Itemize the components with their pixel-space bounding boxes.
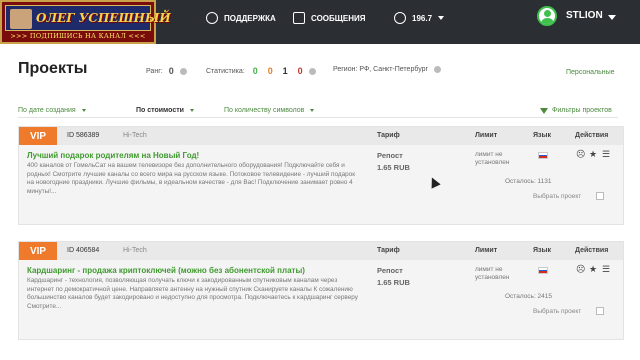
user-menu-chevron-icon[interactable] <box>608 15 616 20</box>
region-label: Регион: РФ, Санкт-Петербург <box>333 66 429 73</box>
chevron-down-icon <box>310 109 315 112</box>
info-icon[interactable] <box>308 67 316 75</box>
vip-badge: VIP <box>19 127 57 145</box>
remaining-count: Осталось: 2415 <box>505 293 553 300</box>
language-column-header: Язык <box>533 132 551 139</box>
channel-banner: ОЛЕГ УСПЕШНЫЙ >>> ПОДПИШИСЬ НА КАНАЛ <<< <box>0 0 171 44</box>
choose-project-checkbox[interactable] <box>596 192 604 200</box>
tariff-name: Репост <box>377 151 403 160</box>
rank-stat: Ранг: 0 <box>146 66 187 76</box>
project-description: Кардшаринг - технология, позволяющая пол… <box>27 277 358 310</box>
limit-value: лимит не установлен <box>475 151 510 166</box>
user-avatar[interactable] <box>537 6 557 26</box>
sort-by-chars-label: По количеству символов <box>224 107 305 114</box>
limit-column-header: Лимит <box>475 247 498 254</box>
page-title: Проекты <box>18 60 88 77</box>
info-icon[interactable] <box>179 67 187 75</box>
russia-flag-icon <box>538 152 548 159</box>
tariff-name: Репост <box>377 266 403 275</box>
actions-column-header: Действия <box>575 132 609 139</box>
messages-link[interactable]: СООБЩЕНИЯ <box>293 9 366 27</box>
tariff-price: 1.65 RUB <box>377 278 410 287</box>
stat-value-black: 1 <box>282 66 288 76</box>
russia-flag-icon <box>538 267 548 274</box>
region-stat: Регион: РФ, Санкт-Петербург <box>333 66 442 73</box>
funnel-icon <box>540 107 548 114</box>
smiley-icon[interactable]: ☹ <box>576 149 585 160</box>
user-name[interactable]: STLION <box>566 10 603 21</box>
rank-value: 0 <box>168 66 174 76</box>
limit-value: лимит не установлен <box>475 266 510 281</box>
project-category: Hi-Tech <box>123 132 147 139</box>
choose-project-label: Выбрать проект <box>533 308 582 315</box>
choose-project-label: Выбрать проект <box>533 193 582 200</box>
project-description: 400 каналов от ГомельСат на вашем телеви… <box>27 162 356 195</box>
stat-value-green: 0 <box>252 66 258 76</box>
project-card: VIP ID 406584 Hi-Tech Тариф Лимит Язык Д… <box>18 241 624 340</box>
chevron-down-icon <box>81 109 86 112</box>
star-icon[interactable]: ★ <box>589 264 597 275</box>
stat-value-orange: 0 <box>267 66 273 76</box>
balance-dropdown[interactable]: 196.7 <box>394 9 445 27</box>
tariff-column-header: Тариф <box>377 132 400 139</box>
info-icon[interactable] <box>434 66 442 73</box>
project-title[interactable]: Кардшаринг - продажа криптоключей (можно… <box>27 266 305 275</box>
vip-badge: VIP <box>19 242 57 260</box>
stat-value-red: 0 <box>297 66 303 76</box>
project-card: VIP ID 586389 Hi-Tech Тариф Лимит Язык Д… <box>18 126 624 225</box>
ruble-coin-icon <box>394 12 406 24</box>
project-title[interactable]: Лучший подарок родителям на Новый Год! <box>27 151 199 160</box>
top-header: ОЛЕГ УСПЕШНЫЙ >>> ПОДПИШИСЬ НА КАНАЛ <<<… <box>0 0 640 44</box>
sort-by-cost[interactable]: По стоимости <box>136 107 194 114</box>
gear-icon <box>206 12 218 24</box>
language-column-header: Язык <box>533 247 551 254</box>
smiley-icon[interactable]: ☹ <box>576 264 585 275</box>
sort-by-chars[interactable]: По количеству символов <box>224 107 315 114</box>
filter-divider <box>18 117 618 118</box>
project-category: Hi-Tech <box>123 247 147 254</box>
limit-column-header: Лимит <box>475 132 498 139</box>
actions-column-header: Действия <box>575 247 609 254</box>
choose-project-checkbox[interactable] <box>596 307 604 315</box>
sort-by-date-label: По дате создания <box>18 107 76 114</box>
messages-label: СООБЩЕНИЯ <box>311 13 366 23</box>
list-icon[interactable]: ☰ <box>602 264 610 275</box>
tariff-price: 1.65 RUB <box>377 163 410 172</box>
support-link[interactable]: ПОДДЕРЖКА <box>206 9 276 27</box>
chevron-down-icon <box>189 109 194 112</box>
personal-projects-link[interactable]: Персональные <box>566 69 615 76</box>
remaining-count: Осталось: 1131 <box>505 178 552 185</box>
message-plus-icon <box>293 12 305 24</box>
channel-banner-title-box: ОЛЕГ УСПЕШНЫЙ <box>5 5 171 31</box>
balance-value: 196.7 <box>412 13 433 23</box>
project-filters-label: Фильтры проектов <box>552 107 612 114</box>
project-id: ID 586389 <box>67 132 100 139</box>
sort-by-date[interactable]: По дате создания <box>18 107 86 114</box>
list-icon[interactable]: ☰ <box>602 149 610 160</box>
statistics-stat: Статистика: 0 0 1 0 <box>206 66 316 76</box>
star-icon[interactable]: ★ <box>589 149 597 160</box>
sort-by-cost-label: По стоимости <box>136 107 184 114</box>
project-id: ID 406584 <box>67 247 100 254</box>
support-label: ПОДДЕРЖКА <box>224 13 276 23</box>
tariff-column-header: Тариф <box>377 247 400 254</box>
chevron-down-icon <box>438 16 445 20</box>
channel-subscribe-text: >>> ПОДПИШИСЬ НА КАНАЛ <<< <box>10 32 146 40</box>
rank-label: Ранг: <box>146 67 163 75</box>
project-card-header: VIP ID 586389 Hi-Tech Тариф Лимит Язык Д… <box>19 127 623 145</box>
channel-avatar <box>10 9 32 29</box>
project-filters-button[interactable]: Фильтры проектов <box>540 107 612 114</box>
statistics-label: Статистика: <box>206 67 245 75</box>
channel-name: ОЛЕГ УСПЕШНЫЙ <box>36 11 171 25</box>
project-card-header: VIP ID 406584 Hi-Tech Тариф Лимит Язык Д… <box>19 242 623 260</box>
